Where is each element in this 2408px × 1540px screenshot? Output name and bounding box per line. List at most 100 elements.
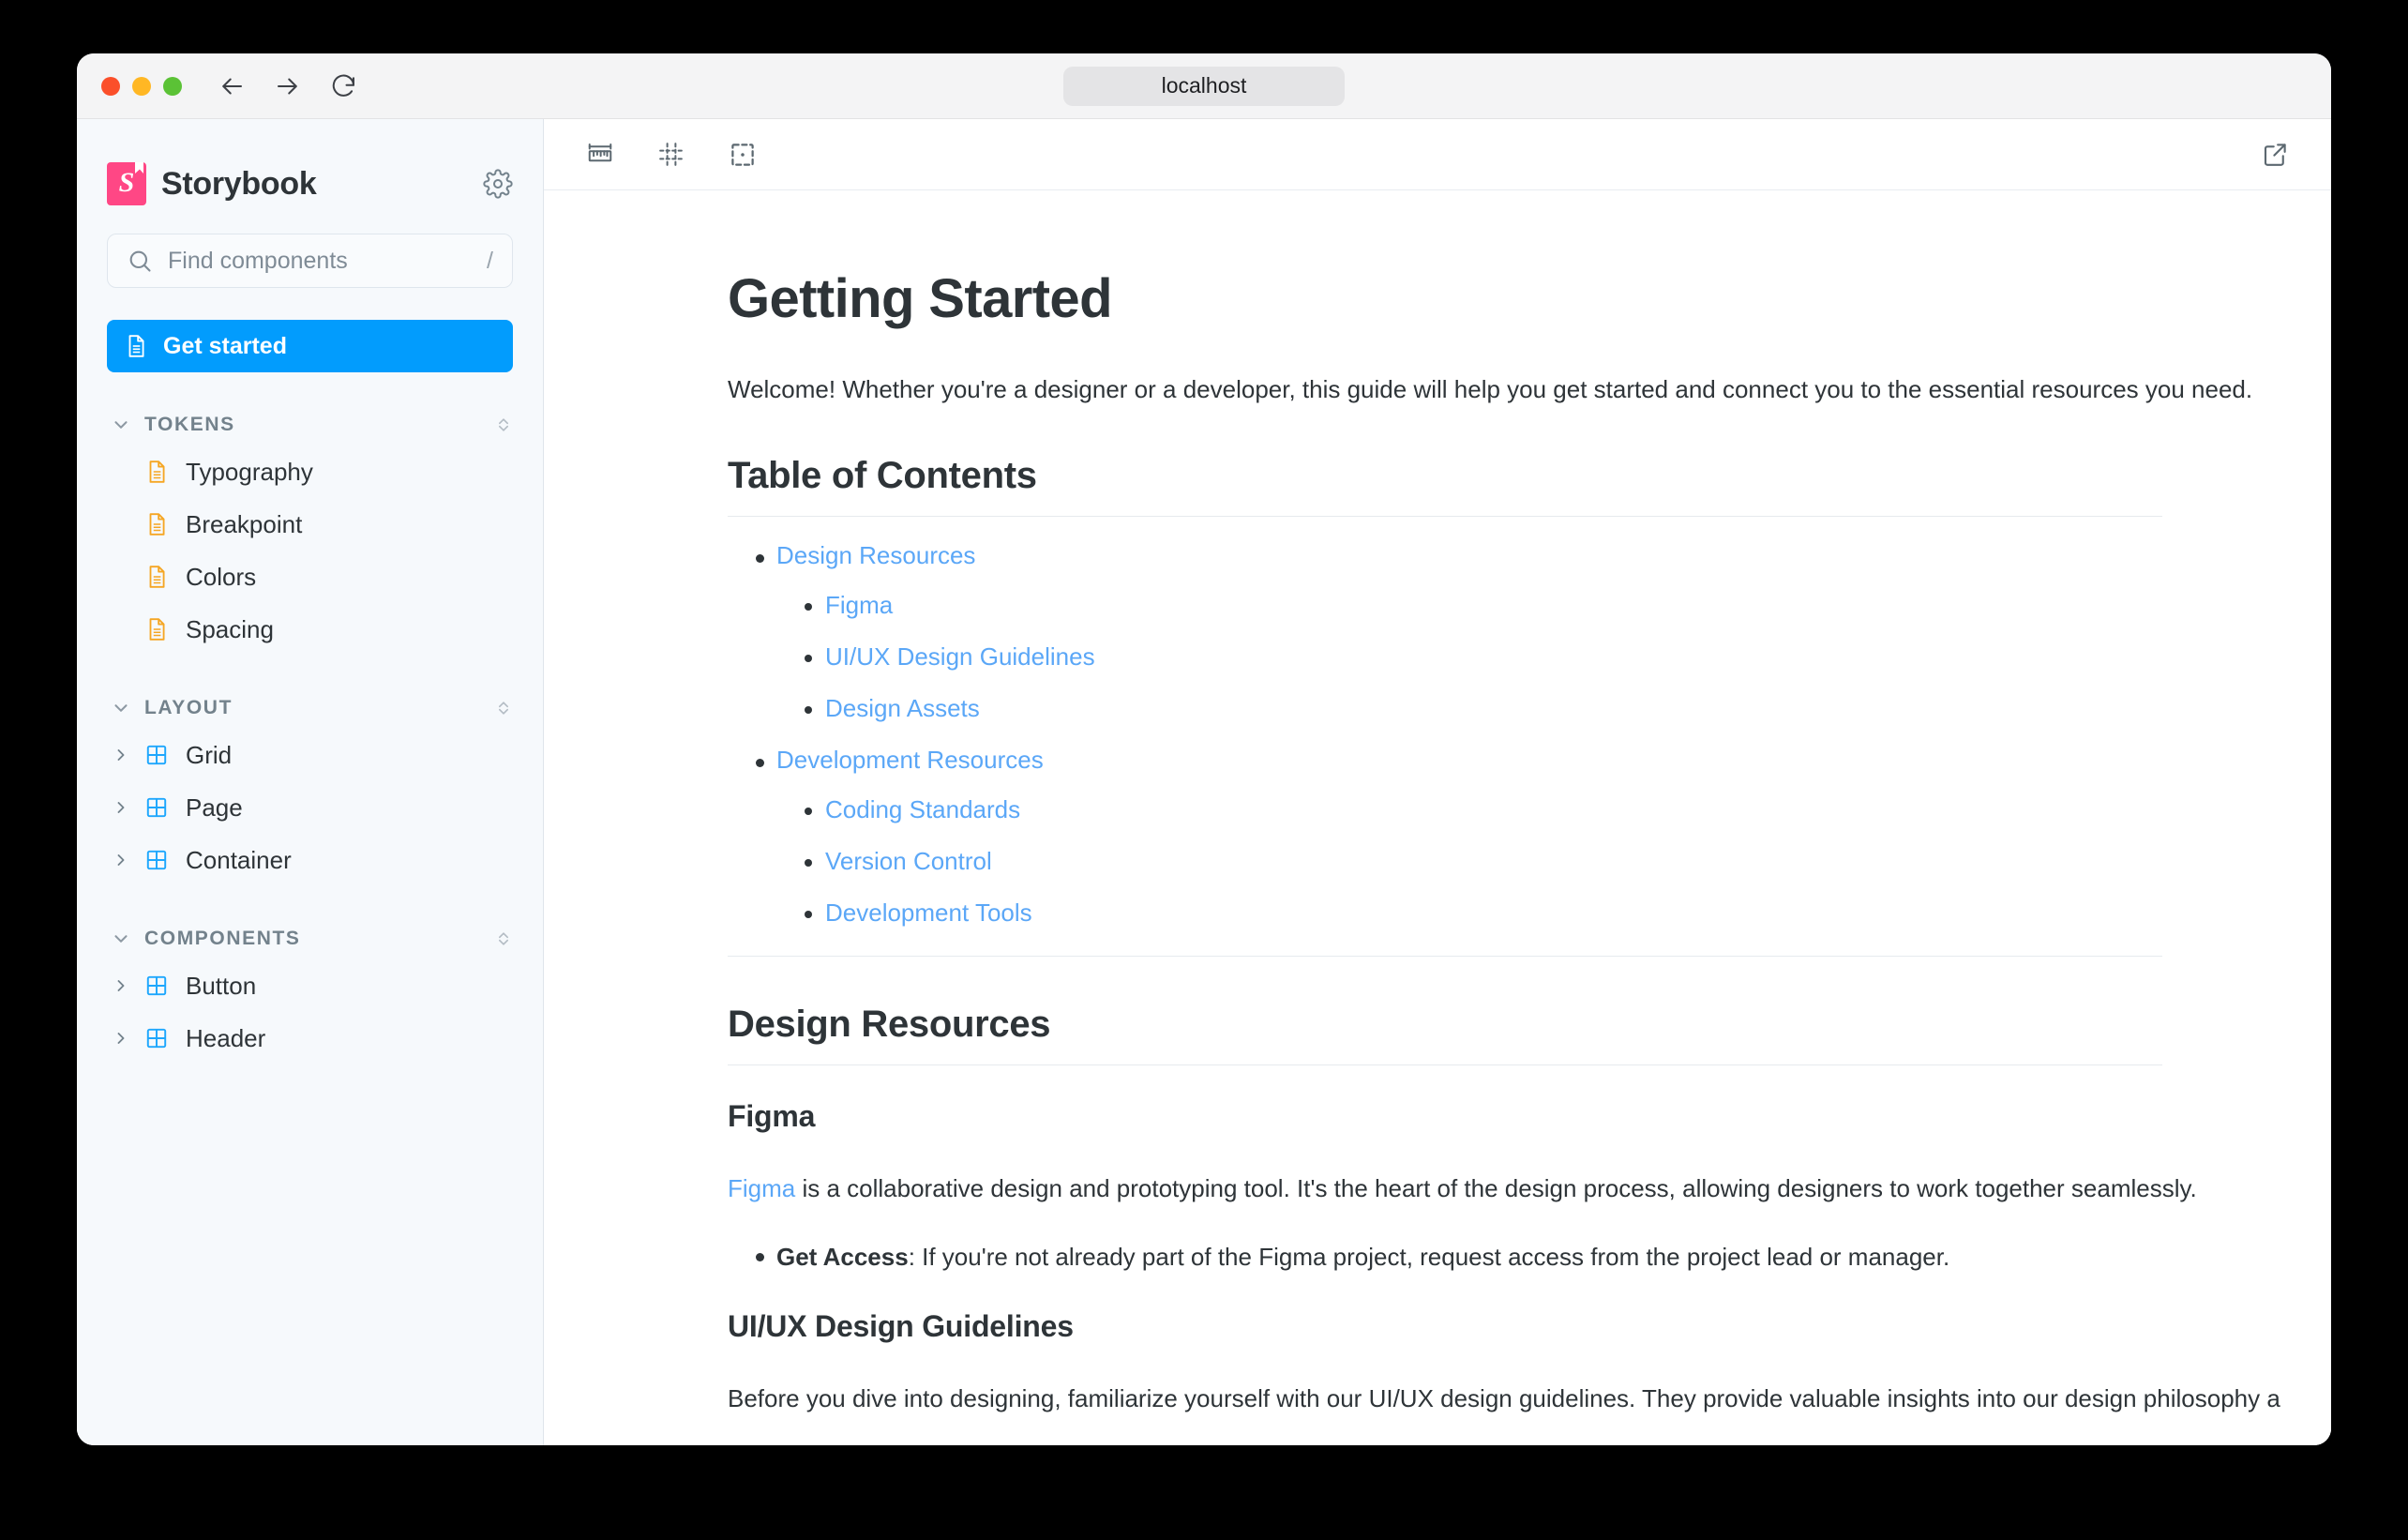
document-icon bbox=[144, 460, 173, 484]
chevron-right-icon[interactable] bbox=[111, 746, 131, 764]
figma-link[interactable]: Figma bbox=[728, 1174, 795, 1202]
uiux-paragraph: Before you dive into designing, familiar… bbox=[728, 1384, 2280, 1413]
sidebar-item-spacing[interactable]: Spacing bbox=[107, 603, 513, 656]
figma-paragraph-rest: is a collaborative design and prototypin… bbox=[795, 1174, 2197, 1203]
sidebar-item-page[interactable]: Page bbox=[107, 781, 513, 834]
sidebar-item-label: Container bbox=[186, 846, 292, 874]
sidebar-item-typography[interactable]: Typography bbox=[107, 445, 513, 498]
forward-button[interactable] bbox=[272, 70, 304, 102]
section-divider bbox=[728, 956, 2162, 958]
toc-link-uiux-design-guidelines[interactable]: UI/UX Design Guidelines bbox=[825, 642, 1095, 671]
sidebar-group-tokens: TOKENS Typography Breakpoint Colors Spac… bbox=[107, 404, 513, 656]
list-item: Version Control bbox=[776, 847, 2162, 876]
page-title: Getting Started bbox=[728, 268, 1113, 329]
sidebar-item-grid[interactable]: Grid bbox=[107, 729, 513, 781]
list-item: Figma bbox=[776, 591, 2162, 620]
browser-nav-buttons bbox=[216, 70, 360, 102]
toc-sublist: Coding Standards Version Control Develop… bbox=[776, 795, 2162, 928]
open-in-new-tab-button[interactable] bbox=[2252, 132, 2297, 177]
toc-link-version-control[interactable]: Version Control bbox=[825, 847, 992, 875]
list-item: Development Tools bbox=[776, 898, 2162, 928]
browser-titlebar: localhost bbox=[77, 53, 2331, 119]
toc-link-design-assets[interactable]: Design Assets bbox=[825, 694, 980, 722]
sidebar-group-title: LAYOUT bbox=[144, 697, 233, 718]
gear-icon bbox=[483, 169, 513, 199]
table-of-contents: Design Resources Figma UI/UX Design Guid… bbox=[728, 541, 2162, 928]
desktop-backdrop: localhost S Storybook Find components / … bbox=[0, 0, 2408, 1540]
document-icon bbox=[144, 512, 173, 536]
sidebar-group-header-layout[interactable]: LAYOUT bbox=[107, 687, 513, 729]
sidebar-item-get-started[interactable]: Get started bbox=[107, 320, 513, 372]
url-bar[interactable]: localhost bbox=[1063, 66, 1345, 106]
measure-button[interactable] bbox=[578, 132, 623, 177]
chevron-right-icon[interactable] bbox=[111, 976, 131, 995]
document-icon bbox=[124, 334, 148, 358]
sidebar-item-label: Page bbox=[186, 793, 243, 822]
sidebar-item-header[interactable]: Header bbox=[107, 1012, 513, 1064]
figma-bullets: Get Access: If you're not already part o… bbox=[728, 1239, 2162, 1276]
sidebar-group-layout: LAYOUT Grid Page Container bbox=[107, 687, 513, 886]
story-toolbar bbox=[544, 119, 2331, 190]
sidebar-item-label: Breakpoint bbox=[186, 510, 303, 538]
toc-link-design-resources[interactable]: Design Resources bbox=[776, 541, 975, 569]
chevron-down-icon bbox=[111, 415, 131, 435]
search-icon bbox=[127, 248, 153, 274]
sidebar-item-button[interactable]: Button bbox=[107, 959, 513, 1012]
search-placeholder: Find components bbox=[168, 247, 348, 274]
toc-link-development-resources[interactable]: Development Resources bbox=[776, 746, 1044, 774]
list-item: Design Resources Figma UI/UX Design Guid… bbox=[728, 541, 2162, 723]
grid-button[interactable] bbox=[649, 132, 694, 177]
chevron-right-icon[interactable] bbox=[111, 851, 131, 869]
settings-button[interactable] bbox=[483, 169, 513, 199]
list-item: Coding Standards bbox=[776, 795, 2162, 824]
maximize-window-button[interactable] bbox=[163, 76, 182, 96]
brand-name: Storybook bbox=[161, 165, 317, 202]
minimize-window-button[interactable] bbox=[132, 76, 151, 96]
docs-content: Getting Started Welcome! Whether you're … bbox=[728, 268, 2280, 1445]
list-item: UI/UX Design Guidelines bbox=[776, 642, 2162, 672]
sidebar-group-header-components[interactable]: COMPONENTS bbox=[107, 918, 513, 959]
search-shortcut-hint: / bbox=[487, 247, 493, 274]
design-resources-heading: Design Resources bbox=[728, 1004, 2162, 1066]
url-text: localhost bbox=[1161, 73, 1247, 98]
reload-icon bbox=[332, 74, 354, 97]
sidebar-item-container[interactable]: Container bbox=[107, 834, 513, 886]
chevron-right-icon[interactable] bbox=[111, 798, 131, 817]
sidebar-item-label: Button bbox=[186, 972, 257, 1000]
sidebar-item-label: Typography bbox=[186, 458, 313, 486]
sidebar-item-colors[interactable]: Colors bbox=[107, 551, 513, 603]
expand-collapse-icon[interactable] bbox=[494, 415, 513, 434]
toc-heading: Table of Contents bbox=[728, 455, 2162, 518]
get-access-text: : If you're not already part of the Figm… bbox=[908, 1243, 1950, 1272]
list-item: Development Resources Coding Standards V… bbox=[728, 746, 2162, 928]
sidebar-group-title: TOKENS bbox=[144, 414, 235, 435]
reload-button[interactable] bbox=[328, 70, 360, 102]
arrow-right-icon bbox=[278, 78, 297, 94]
component-icon bbox=[144, 848, 173, 872]
main-panel: Getting Started Welcome! Whether you're … bbox=[544, 119, 2331, 1445]
arrow-left-icon bbox=[222, 78, 242, 94]
figma-paragraph: Figma is a collaborative design and prot… bbox=[728, 1170, 2197, 1207]
story-docs-canvas: Getting Started Welcome! Whether you're … bbox=[544, 190, 2331, 1445]
sidebar-group-header-tokens[interactable]: TOKENS bbox=[107, 404, 513, 445]
search-input[interactable]: Find components / bbox=[107, 234, 513, 288]
sidebar-item-breakpoint[interactable]: Breakpoint bbox=[107, 498, 513, 551]
component-icon bbox=[144, 1026, 173, 1050]
sidebar-item-label: Header bbox=[186, 1024, 266, 1052]
sidebar-group-components: COMPONENTS Button Header bbox=[107, 918, 513, 1064]
component-icon bbox=[144, 795, 173, 820]
component-icon bbox=[144, 743, 173, 767]
outline-button[interactable] bbox=[720, 132, 765, 177]
toc-link-development-tools[interactable]: Development Tools bbox=[825, 898, 1032, 927]
chevron-right-icon[interactable] bbox=[111, 1029, 131, 1048]
sidebar-item-label: Spacing bbox=[186, 615, 274, 643]
browser-window: localhost S Storybook Find components / … bbox=[77, 53, 2331, 1445]
back-button[interactable] bbox=[216, 70, 248, 102]
toc-link-coding-standards[interactable]: Coding Standards bbox=[825, 795, 1020, 823]
ruler-icon bbox=[588, 143, 612, 161]
expand-collapse-icon[interactable] bbox=[494, 699, 513, 717]
close-window-button[interactable] bbox=[101, 76, 120, 96]
toc-link-figma[interactable]: Figma bbox=[825, 591, 893, 619]
sidebar-brand[interactable]: S Storybook bbox=[77, 119, 543, 205]
expand-collapse-icon[interactable] bbox=[494, 929, 513, 948]
